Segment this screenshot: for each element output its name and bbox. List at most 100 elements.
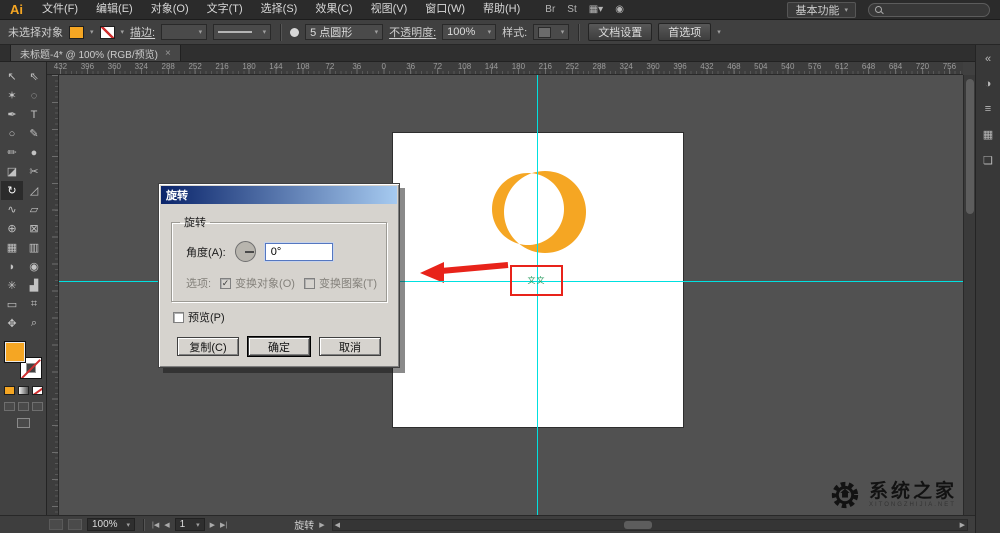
first-artboard-button[interactable]: |◀: [152, 521, 159, 529]
menubar-item[interactable]: 选择(S): [252, 0, 307, 19]
layers-panel-icon[interactable]: ❏: [983, 154, 993, 167]
stock-icon[interactable]: St: [567, 4, 576, 15]
pencil-tool[interactable]: ✏: [1, 143, 23, 162]
scroll-left-icon[interactable]: ◀: [335, 521, 340, 529]
document-tab[interactable]: 未标题-4* @ 100% (RGB/预览) ×: [10, 45, 181, 61]
column-graph-tool[interactable]: ▟: [23, 276, 45, 295]
zoom-tool[interactable]: ⌕: [23, 314, 45, 333]
style-dropdown[interactable]: ▾: [533, 24, 570, 40]
opacity-dropdown[interactable]: 100% ▾: [442, 24, 497, 40]
color-panel-icon[interactable]: ◑: [985, 78, 992, 90]
rotate-tool[interactable]: ↻: [1, 181, 23, 200]
blend-tool[interactable]: ◉: [23, 257, 45, 276]
pen-tool[interactable]: ✒: [1, 105, 23, 124]
symbol-sprayer-tool[interactable]: ✳: [1, 276, 23, 295]
panel-menu-icon[interactable]: ▾: [717, 28, 721, 36]
stroke-link[interactable]: 描边:: [130, 24, 155, 40]
fill-color-swatch[interactable]: [69, 25, 84, 39]
last-artboard-button[interactable]: ▶|: [220, 521, 227, 529]
draw-inside-button[interactable]: [31, 402, 43, 411]
menubar-item[interactable]: 对象(O): [142, 0, 198, 19]
draw-normal-button[interactable]: [3, 402, 15, 411]
menubar-item[interactable]: 编辑(E): [87, 0, 142, 19]
menubar-item[interactable]: 帮助(H): [474, 0, 529, 19]
preview-checkbox[interactable]: 预览(P): [173, 309, 389, 325]
gradient-tool[interactable]: ▥: [23, 238, 45, 257]
chevron-down-icon[interactable]: ▾: [90, 28, 94, 36]
dialog-titlebar[interactable]: 旋转: [161, 186, 397, 204]
shape-builder-tool[interactable]: ⊕: [1, 219, 23, 238]
text-object[interactable]: 文文: [528, 275, 546, 286]
cancel-button[interactable]: 取消: [319, 337, 381, 356]
appearance-panel-icon[interactable]: ≡: [985, 103, 991, 115]
brush-definition-dropdown[interactable]: 5 点圆形 ▾: [305, 24, 384, 40]
paintbrush-tool[interactable]: ✎: [23, 124, 45, 143]
vertical-scrollbar[interactable]: [963, 75, 975, 515]
ok-button[interactable]: 确定: [248, 337, 310, 356]
vertical-ruler[interactable]: [47, 75, 59, 515]
lasso-tool[interactable]: ◌: [23, 86, 45, 105]
horizontal-scrollbar-thumb[interactable]: [624, 520, 653, 529]
menubar-item[interactable]: 文件(F): [33, 0, 87, 19]
copy-button[interactable]: 复制(C): [177, 337, 239, 356]
previous-artboard-button[interactable]: ◀: [164, 521, 169, 529]
slice-tool[interactable]: ⌗: [23, 295, 45, 314]
none-button[interactable]: [31, 386, 43, 395]
swatches-panel-icon[interactable]: ▦: [983, 128, 993, 141]
arrange-documents-icon[interactable]: ▦▾: [589, 4, 603, 15]
ellipse-tool[interactable]: ○: [1, 124, 23, 143]
artboard-tool[interactable]: ▭: [1, 295, 23, 314]
bridge-icon[interactable]: Br: [545, 4, 555, 15]
chevron-down-icon[interactable]: ▾: [121, 28, 125, 36]
type-tool[interactable]: T: [23, 105, 45, 124]
fill-color-control[interactable]: [4, 341, 26, 363]
menubar-item[interactable]: 视图(V): [362, 0, 417, 19]
scroll-right-icon[interactable]: ▶: [960, 521, 965, 529]
stroke-color-swatch[interactable]: [99, 25, 115, 39]
draw-behind-button[interactable]: [17, 402, 29, 411]
document-setup-button[interactable]: 文档设置: [588, 23, 653, 41]
collapse-panels-icon[interactable]: «: [985, 53, 991, 65]
width-profile-dropdown[interactable]: ▾: [213, 24, 272, 40]
free-transform-tool[interactable]: ▱: [23, 200, 45, 219]
angle-input[interactable]: 0°: [264, 242, 333, 261]
search-input[interactable]: [868, 2, 990, 17]
preferences-button[interactable]: 首选项: [658, 23, 712, 41]
eyedropper-tool[interactable]: ◗: [1, 257, 23, 276]
crescent-object[interactable]: [492, 171, 587, 253]
scale-tool[interactable]: ◿: [23, 181, 45, 200]
mesh-tool[interactable]: ▦: [1, 238, 23, 257]
direct-selection-tool[interactable]: ⇖: [23, 67, 45, 86]
transform-object-checkbox[interactable]: ✓ 变换对象(O): [220, 275, 295, 291]
blob-brush-tool[interactable]: ●: [23, 143, 45, 162]
transform-pattern-checkbox[interactable]: 变换图案(T): [303, 275, 377, 291]
zoom-dropdown[interactable]: 100% ▾: [87, 518, 135, 531]
perspective-grid-tool[interactable]: ⊠: [23, 219, 45, 238]
workspace-switcher[interactable]: 基本功能 ▾: [787, 1, 856, 18]
scissors-tool[interactable]: ✂: [23, 162, 45, 181]
menubar-item[interactable]: 效果(C): [306, 0, 361, 19]
next-artboard-button[interactable]: ▶: [210, 521, 215, 529]
horizontal-scrollbar[interactable]: ◀ ▶: [331, 518, 968, 531]
screen-mode-button[interactable]: [16, 418, 30, 428]
status-mini-icon-2[interactable]: [68, 519, 82, 530]
width-tool[interactable]: ∿: [1, 200, 23, 219]
menubar-item[interactable]: 文字(T): [198, 0, 252, 19]
selection-tool[interactable]: ↖: [1, 67, 23, 86]
cs-live-icon[interactable]: ◉: [615, 4, 624, 15]
angle-dial[interactable]: [234, 241, 256, 262]
vertical-scrollbar-thumb[interactable]: [966, 79, 974, 214]
hand-tool[interactable]: ✥: [1, 314, 23, 333]
horizontal-ruler[interactable]: 432 396 360 324 288 252 216 180 144 108 72 36 0 36 72 1…: [47, 62, 963, 75]
artboard-number-dropdown[interactable]: 1 ▾: [174, 518, 205, 531]
menubar-item[interactable]: 窗口(W): [416, 0, 474, 19]
color-button[interactable]: [3, 386, 15, 395]
stroke-weight-dropdown[interactable]: ▾: [161, 24, 208, 40]
magic-wand-tool[interactable]: ✶: [1, 86, 23, 105]
status-mini-icon-1[interactable]: [49, 519, 63, 530]
opacity-link[interactable]: 不透明度:: [389, 24, 436, 40]
close-icon[interactable]: ×: [165, 48, 171, 59]
status-expand-icon[interactable]: ▶: [319, 521, 324, 529]
gradient-button[interactable]: [17, 386, 29, 395]
eraser-tool[interactable]: ◪: [1, 162, 23, 181]
